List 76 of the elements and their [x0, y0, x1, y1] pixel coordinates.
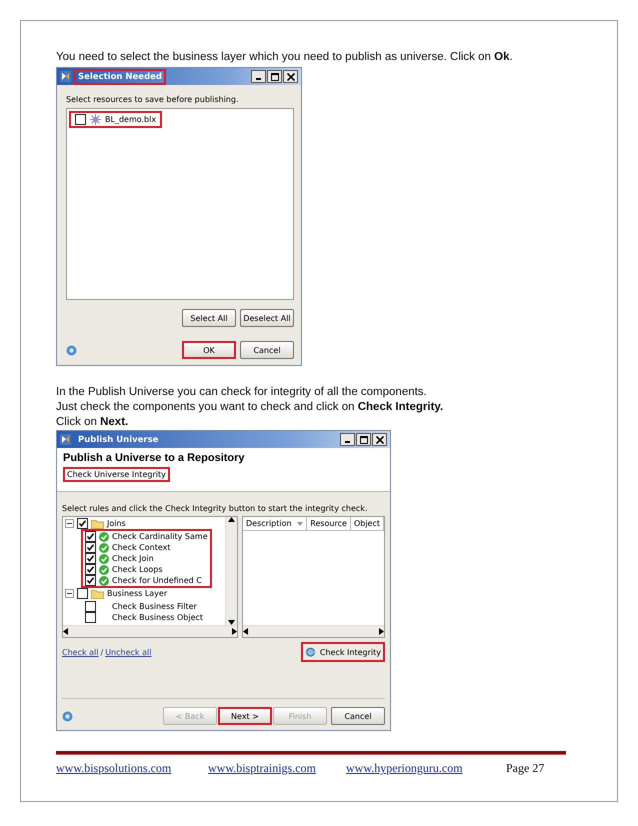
maximize-icon	[270, 72, 278, 80]
tree-item[interactable]: Check Business Object	[85, 612, 204, 623]
link[interactable]: Uncheck all	[105, 648, 152, 656]
website-link[interactable]: www.hyperionguru.com	[346, 761, 506, 776]
instruction-text: Just check the components you want to check and click on Check Integrity.	[56, 400, 444, 415]
app-icon	[60, 71, 71, 82]
column-header[interactable]: Resource	[307, 517, 351, 530]
checkbox[interactable]	[77, 588, 88, 599]
dialog-title: Publish Universe	[77, 434, 160, 446]
minimize-button[interactable]	[251, 70, 266, 83]
checkbox[interactable]	[85, 612, 96, 623]
dialog-button[interactable]: Cancel	[240, 341, 294, 359]
close-button[interactable]	[283, 70, 298, 83]
tree-item[interactable]: Check Business Filter	[85, 601, 204, 612]
scroll-up-icon[interactable]	[228, 517, 235, 522]
resource-item[interactable]: BL_demo.blx	[69, 111, 162, 128]
close-icon	[376, 436, 384, 444]
checkbox[interactable]	[85, 542, 96, 553]
maximize-button[interactable]	[356, 433, 371, 446]
wizard-button[interactable]: Next >	[218, 707, 272, 725]
tree-item[interactable]: Joins	[65, 518, 223, 529]
minimize-button[interactable]	[340, 433, 355, 446]
tree-item[interactable]: Check Join	[85, 553, 208, 564]
folder-icon	[91, 518, 104, 528]
checkbox[interactable]	[85, 601, 96, 612]
tree-item[interactable]: Check Context	[85, 542, 208, 553]
link[interactable]: Check all	[62, 648, 98, 656]
instruction-text: In the Publish Universe you can check for integrity of all the components.	[56, 385, 428, 400]
checkbox[interactable]	[85, 531, 96, 542]
help-icon[interactable]	[62, 710, 73, 722]
folder-icon	[91, 588, 104, 598]
scroll-right-icon[interactable]	[232, 628, 237, 635]
website-link[interactable]: www.bispsolutions.com	[56, 761, 208, 776]
dialog-button[interactable]: OK	[182, 341, 236, 359]
tree-item[interactable]: Check Loops	[85, 564, 208, 575]
check-integrity-button[interactable]: Check Integrity	[300, 642, 385, 662]
website-link[interactable]: www.bisptrainigs.com	[208, 761, 346, 776]
collapse-icon[interactable]	[65, 519, 74, 528]
page-number: Page 27	[506, 761, 544, 776]
list-button[interactable]: Select All	[182, 309, 236, 327]
scrollbar[interactable]	[225, 517, 237, 625]
app-icon	[60, 434, 71, 445]
maximize-icon	[360, 436, 368, 444]
scroll-right-icon[interactable]	[379, 628, 384, 635]
scroll-left-icon[interactable]	[63, 628, 68, 635]
dialog-prompt: Select resources to save before publishing.	[66, 95, 240, 104]
dialog-prompt: Select rules and click the Check Integrity button to start the integrity check.	[62, 504, 368, 513]
tree-item[interactable]: Check for Undefined C	[85, 575, 208, 586]
instruction-text: You need to select the business layer which you need to publish as universe. Click on Ok.	[56, 50, 514, 65]
scrollbar[interactable]	[63, 625, 237, 637]
collapse-icon[interactable]	[65, 589, 74, 598]
close-icon	[286, 72, 294, 80]
wizard-heading: Publish a Universe to a Repository	[63, 452, 246, 464]
column-header[interactable]: Object	[350, 517, 384, 530]
scroll-left-icon[interactable]	[243, 628, 248, 635]
dialog-title: Selection Needed	[74, 68, 166, 84]
checkbox[interactable]	[77, 518, 88, 529]
refresh-icon	[304, 647, 316, 657]
wizard-button[interactable]: Cancel	[331, 707, 385, 725]
column-header[interactable]: Description	[243, 517, 308, 530]
help-icon[interactable]	[66, 344, 77, 356]
link-separator: /	[100, 648, 104, 656]
tree-item[interactable]: Business Layer	[65, 588, 223, 599]
checkbox[interactable]	[85, 575, 96, 586]
minimize-icon	[256, 78, 261, 80]
list-button[interactable]: Deselect All	[240, 309, 294, 327]
checkbox[interactable]	[85, 553, 96, 564]
scrollbar[interactable]	[243, 625, 384, 637]
wizard-step: Check Universe Integrity	[63, 467, 170, 482]
tree-item[interactable]: Check Cardinality Same	[85, 531, 208, 542]
checkbox[interactable]	[85, 564, 96, 575]
maximize-button[interactable]	[267, 70, 282, 83]
minimize-icon	[345, 441, 350, 443]
checkbox[interactable]	[75, 114, 86, 125]
close-button[interactable]	[372, 433, 387, 446]
instruction-text: Click on Next.	[56, 415, 130, 430]
